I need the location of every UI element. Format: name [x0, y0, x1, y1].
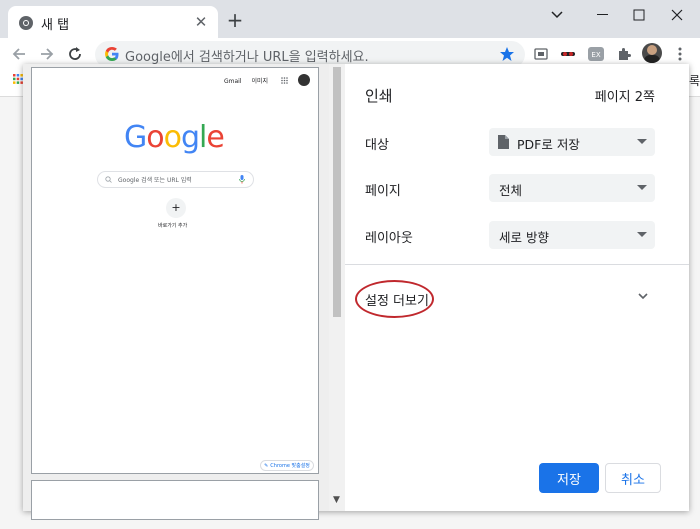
svg-text:EX: EX	[591, 51, 600, 59]
forward-icon[interactable]	[36, 43, 58, 65]
tab-search-icon[interactable]	[534, 0, 580, 30]
tab-close-icon[interactable]: ✕	[192, 13, 210, 31]
preview-apps-icon	[281, 77, 288, 84]
expand-chevron-icon[interactable]	[637, 290, 649, 302]
address-bar-placeholder: Google에서 검색하거나 URL을 입력하세요.	[125, 50, 369, 65]
page-count: 페이지 2쪽	[594, 90, 655, 105]
profile-avatar[interactable]	[642, 43, 662, 63]
close-window-icon[interactable]	[654, 0, 700, 30]
layout-value: 세로 방향	[499, 230, 549, 245]
print-title: 인쇄	[365, 87, 393, 105]
preview-page-1: Gmail 이미지 Google Google 검색 또는 URL 입력 + 바…	[31, 67, 319, 474]
back-icon[interactable]	[8, 43, 30, 65]
preview-avatar	[298, 74, 310, 86]
ex-extension-icon[interactable]: EX	[588, 46, 604, 62]
preview-add-shortcut-label: 바로가기 추가	[158, 223, 188, 229]
pages-label: 페이지	[365, 184, 401, 199]
print-dialog: Gmail 이미지 Google Google 검색 또는 URL 입력 + 바…	[23, 64, 689, 520]
layout-select[interactable]: 세로 방향	[489, 221, 655, 249]
pages-value: 전체	[499, 183, 523, 198]
menu-dots-icon[interactable]	[672, 46, 688, 62]
preview-customize-label: Chrome 맞춤설정	[270, 463, 310, 469]
print-preview-area: Gmail 이미지 Google Google 검색 또는 URL 입력 + 바…	[23, 64, 345, 520]
cancel-button[interactable]: 취소	[605, 463, 661, 493]
star-icon[interactable]	[499, 46, 515, 62]
layout-label: 레이아웃	[365, 231, 413, 246]
apps-grid-icon[interactable]	[13, 74, 23, 84]
preview-scrollbar[interactable]: ▼	[329, 64, 345, 511]
pages-select[interactable]: 전체	[489, 174, 655, 202]
preview-page-2	[31, 480, 319, 520]
chevron-down-icon	[637, 232, 647, 237]
logo-letter: G	[124, 120, 147, 155]
logo-letter: e	[206, 120, 224, 155]
tab-title: 새 탭	[41, 18, 70, 33]
google-g-icon	[105, 47, 119, 61]
scrollbar-thumb[interactable]	[333, 67, 341, 317]
logo-letter: l	[199, 120, 207, 155]
destination-label: 대상	[365, 138, 389, 153]
preview-search-box: Google 검색 또는 URL 입력	[97, 171, 254, 188]
destination-value: PDF로 저장	[517, 137, 580, 152]
new-tab-icon[interactable]: +	[226, 10, 244, 30]
chevron-down-icon	[637, 185, 647, 190]
scroll-down-arrow-icon[interactable]: ▼	[333, 495, 340, 505]
preview-google-logo: Google	[124, 120, 225, 155]
highlight-oval	[355, 280, 434, 318]
title-bar: 새 탭 ✕ +	[0, 0, 700, 38]
logo-letter: o	[146, 120, 164, 155]
preview-top-links: Gmail 이미지	[216, 76, 268, 85]
tab-new-tab[interactable]: 새 탭 ✕	[8, 6, 218, 38]
settings-divider	[345, 264, 689, 265]
media-icon[interactable]	[533, 46, 549, 62]
chevron-down-icon	[637, 139, 647, 144]
preview-gmail-link: Gmail	[224, 78, 242, 85]
save-button[interactable]: 저장	[539, 463, 599, 493]
print-settings-panel: 인쇄 페이지 2쪽 대상 PDF로 저장 페이지 전체 레이아웃 세로 방향 설…	[345, 64, 689, 511]
preview-images-link: 이미지	[251, 78, 268, 85]
preview-pencil-icon: ✎	[264, 462, 269, 469]
logo-letter: g	[180, 120, 200, 155]
chrome-icon	[19, 16, 33, 30]
extensions-puzzle-icon[interactable]	[616, 46, 632, 62]
preview-mic-icon	[239, 175, 245, 184]
incognito-extension-icon[interactable]	[560, 46, 576, 62]
reload-icon[interactable]	[64, 43, 86, 65]
bookmarks-overflow-text: 록	[688, 74, 700, 88]
logo-letter: o	[163, 120, 182, 155]
preview-add-shortcut-icon: +	[166, 198, 186, 218]
preview-customize-chrome: ✎ Chrome 맞춤설정	[260, 460, 314, 471]
pdf-file-icon	[498, 135, 509, 149]
destination-select[interactable]: PDF로 저장	[489, 128, 655, 156]
preview-search-icon	[105, 176, 112, 183]
preview-search-placeholder: Google 검색 또는 URL 입력	[118, 177, 192, 184]
